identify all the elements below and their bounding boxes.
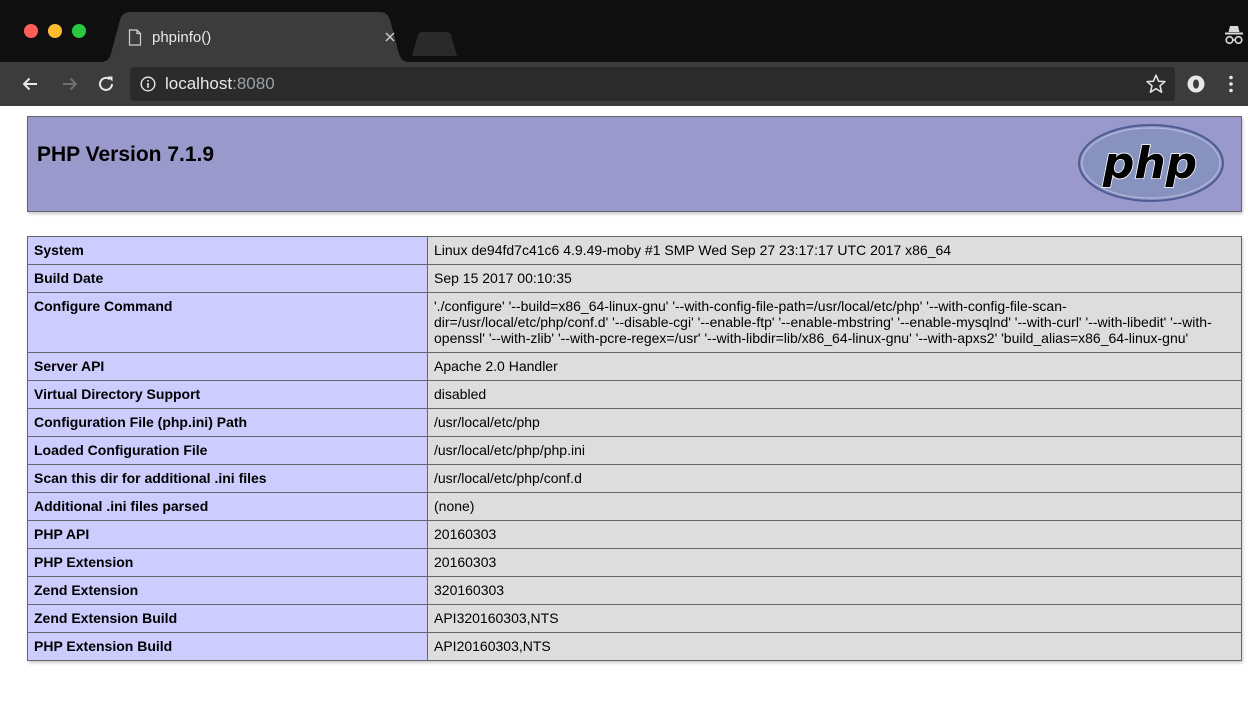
page-icon: [128, 29, 142, 46]
back-arrow-icon[interactable]: [20, 74, 40, 94]
info-value-cell: 320160303: [427, 576, 1242, 605]
minimize-window-button[interactable]: [48, 24, 62, 38]
info-value-cell: Linux de94fd7c41c6 4.9.49-moby #1 SMP We…: [427, 236, 1242, 265]
info-value-cell: API20160303,NTS: [427, 632, 1242, 661]
browser-window-chrome: phpinfo() localhost:8080: [0, 0, 1248, 106]
table-row: Build Date Sep 15 2017 00:10:35: [27, 264, 1242, 293]
table-row: Configuration File (php.ini) Path/usr/lo…: [27, 408, 1242, 437]
php-info-table: System Linux de94fd7c41c6 4.9.49-moby #1 …: [27, 236, 1242, 661]
tab-title: phpinfo(): [152, 29, 212, 46]
info-key-cell: PHP API: [27, 520, 428, 549]
info-key-cell: Zend Extension: [27, 576, 428, 605]
info-key-cell: Loaded Configuration File: [27, 436, 428, 465]
info-value-cell: Apache 2.0 Handler: [427, 352, 1242, 381]
svg-text:php: php: [1102, 138, 1197, 189]
info-key-cell: Scan this dir for additional .ini files: [27, 464, 428, 493]
php-version-header: PHP Version 7.1.9 php: [27, 116, 1242, 212]
url-port: :8080: [232, 74, 275, 93]
info-key-cell: Server API: [27, 352, 428, 381]
info-value-cell: /usr/local/etc/php/conf.d: [427, 464, 1242, 493]
more-menu-icon[interactable]: [1227, 74, 1235, 94]
extension-icon[interactable]: [1186, 74, 1206, 94]
info-icon[interactable]: [140, 76, 156, 92]
close-tab-icon[interactable]: [383, 30, 397, 44]
info-value-cell: disabled: [427, 380, 1242, 409]
info-value-cell: API320160303,NTS: [427, 604, 1242, 633]
url-host: localhost: [165, 74, 233, 93]
table-row: PHP Extension Build API20160303,NTS: [27, 632, 1242, 661]
php-logo[interactable]: php: [1076, 122, 1226, 204]
table-row: Zend Extension 320160303: [27, 576, 1242, 605]
table-row: PHP Extension 20160303: [27, 548, 1242, 577]
table-row: PHP API 20160303: [27, 520, 1242, 549]
tab-phpinfo[interactable]: phpinfo(): [100, 12, 410, 62]
table-row: Scan this dir for additional .ini files /…: [27, 464, 1242, 493]
tab-strip: phpinfo(): [0, 0, 1248, 62]
info-key-cell: Virtual Directory Support: [27, 380, 428, 409]
info-key-cell: Additional .ini files parsed: [27, 492, 428, 521]
info-key-cell: PHP Extension: [27, 548, 428, 577]
info-key-cell: System: [27, 236, 428, 265]
table-row: Virtual Directory Support disabled: [27, 380, 1242, 409]
info-value-cell: Sep 15 2017 00:10:35: [427, 264, 1242, 293]
table-row: Loaded Configuration File/usr/local/etc/…: [27, 436, 1242, 465]
table-row: System Linux de94fd7c41c6 4.9.49-moby #1 …: [27, 236, 1242, 265]
table-row: Zend Extension Build API320160303,NTS: [27, 604, 1242, 633]
zoom-window-button[interactable]: [72, 24, 86, 38]
forward-arrow-icon[interactable]: [60, 74, 80, 94]
url-text: localhost:8080: [165, 74, 275, 94]
bookmark-star-icon[interactable]: [1145, 73, 1167, 95]
info-value-cell: /usr/local/etc/php: [427, 408, 1242, 437]
info-key-cell: Configure Command: [27, 292, 428, 353]
info-value-cell: 20160303: [427, 520, 1242, 549]
tab-background: [100, 12, 410, 62]
info-key-cell: Configuration File (php.ini) Path: [27, 408, 428, 437]
info-value-cell: /usr/local/etc/php/php.ini: [427, 436, 1242, 465]
info-value-cell: (none): [427, 492, 1242, 521]
php-version-title: PHP Version 7.1.9: [37, 143, 215, 166]
info-key-cell: Zend Extension Build: [27, 604, 428, 633]
info-key-cell: Build Date: [27, 264, 428, 293]
table-row: Server API Apache 2.0 Handler: [27, 352, 1242, 381]
info-value-cell: './configure' '--build=x86_64-linux-gnu'…: [427, 292, 1242, 353]
info-value-cell: 20160303: [427, 548, 1242, 577]
address-bar[interactable]: localhost:8080: [130, 67, 1175, 101]
table-row: Configure Command './configure' '--build=…: [27, 292, 1242, 353]
info-key-cell: PHP Extension Build: [27, 632, 428, 661]
close-window-button[interactable]: [24, 24, 38, 38]
incognito-icon: [1225, 26, 1243, 45]
phpinfo-page: PHP Version 7.1.9 php System Linux de94fd…: [0, 106, 1248, 709]
reload-icon[interactable]: [96, 74, 116, 94]
browser-toolbar: localhost:8080: [0, 62, 1248, 106]
table-row: Additional .ini files parsed (none): [27, 492, 1242, 521]
new-tab-button[interactable]: [412, 32, 457, 56]
